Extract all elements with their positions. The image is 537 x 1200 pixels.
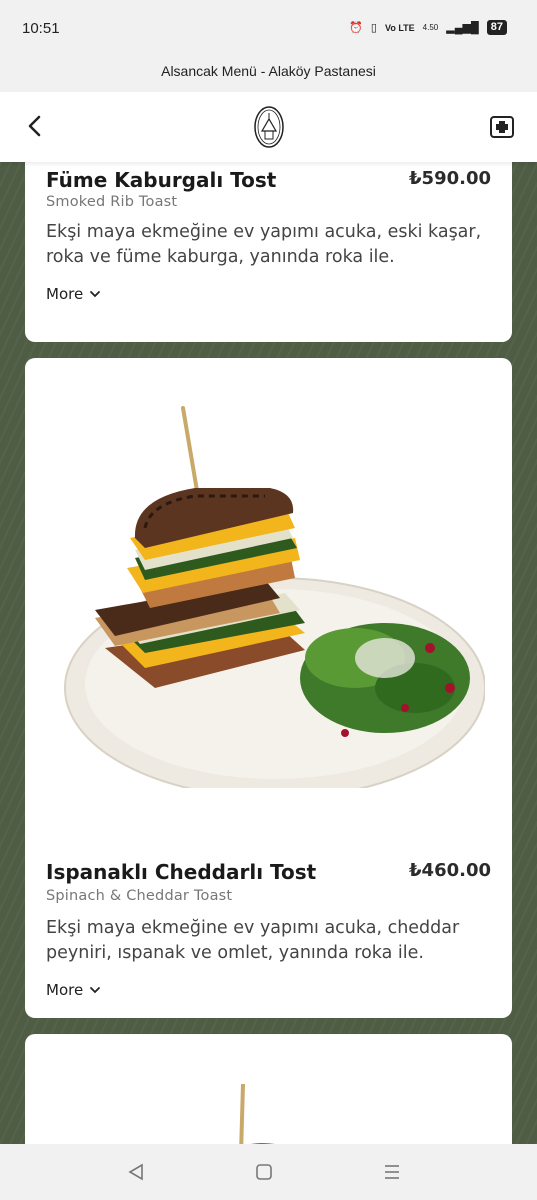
more-button[interactable]: More: [46, 285, 101, 303]
item-subtitle: Spinach & Cheddar Toast: [46, 888, 233, 904]
item-price: ₺460.00: [409, 860, 491, 881]
first-aid-menu-icon[interactable]: [489, 114, 515, 140]
status-bar: 10:51 ⏰ ▯ Vo LTE 4.50 ▂▄▆█ 87: [0, 0, 537, 58]
chevron-down-icon: [90, 987, 101, 994]
item-name: Füme Kaburgalı Tost: [46, 168, 277, 192]
back-chevron-icon[interactable]: [22, 112, 50, 140]
toast-image-partial[interactable]: [195, 1084, 305, 1144]
home-square-icon[interactable]: [252, 1160, 276, 1184]
more-label: More: [46, 981, 84, 999]
speed-label: 4.50: [422, 23, 439, 32]
system-nav-bar: [0, 1144, 537, 1200]
app-nav-bar: [0, 92, 537, 162]
recents-menu-icon[interactable]: [380, 1160, 404, 1184]
back-triangle-icon[interactable]: [124, 1160, 148, 1184]
menu-content[interactable]: Füme Kaburgalı Tost ₺590.00 Smoked Rib T…: [0, 162, 537, 1144]
menu-item-card[interactable]: [25, 1034, 512, 1144]
menu-item-card[interactable]: Füme Kaburgalı Tost ₺590.00 Smoked Rib T…: [25, 162, 512, 342]
status-time: 10:51: [22, 20, 60, 37]
page-title-bar: Alsancak Menü - Alaköy Pastanesi: [0, 58, 537, 92]
chevron-down-icon: [90, 291, 101, 298]
signal-icon: ▂▄▆█: [446, 22, 479, 34]
spinach-cheddar-toast-image[interactable]: [55, 388, 485, 788]
alarm-icon: ⏰: [349, 22, 363, 34]
page-title: Alsancak Menü - Alaköy Pastanesi: [161, 63, 376, 79]
item-subtitle: Smoked Rib Toast: [46, 194, 178, 210]
bakery-logo-icon[interactable]: [253, 105, 285, 149]
menu-item-card[interactable]: Ispanaklı Cheddarlı Tost ₺460.00 Spinach…: [25, 358, 512, 1018]
vibrate-icon: ▯: [370, 22, 377, 34]
more-button[interactable]: More: [46, 981, 101, 999]
item-price: ₺590.00: [409, 168, 491, 189]
item-description: Ekşi maya ekmeğine ev yapımı acuka, ched…: [46, 918, 460, 963]
more-label: More: [46, 285, 84, 303]
item-description: Ekşi maya ekmeğine ev yapımı acuka, eski…: [46, 222, 482, 267]
item-name: Ispanaklı Cheddarlı Tost: [46, 860, 317, 884]
status-icons: ⏰ ▯ Vo LTE 4.50 ▂▄▆█ 87: [349, 20, 507, 35]
battery-level: 87: [486, 20, 507, 35]
network-label: Vo LTE: [384, 22, 415, 33]
